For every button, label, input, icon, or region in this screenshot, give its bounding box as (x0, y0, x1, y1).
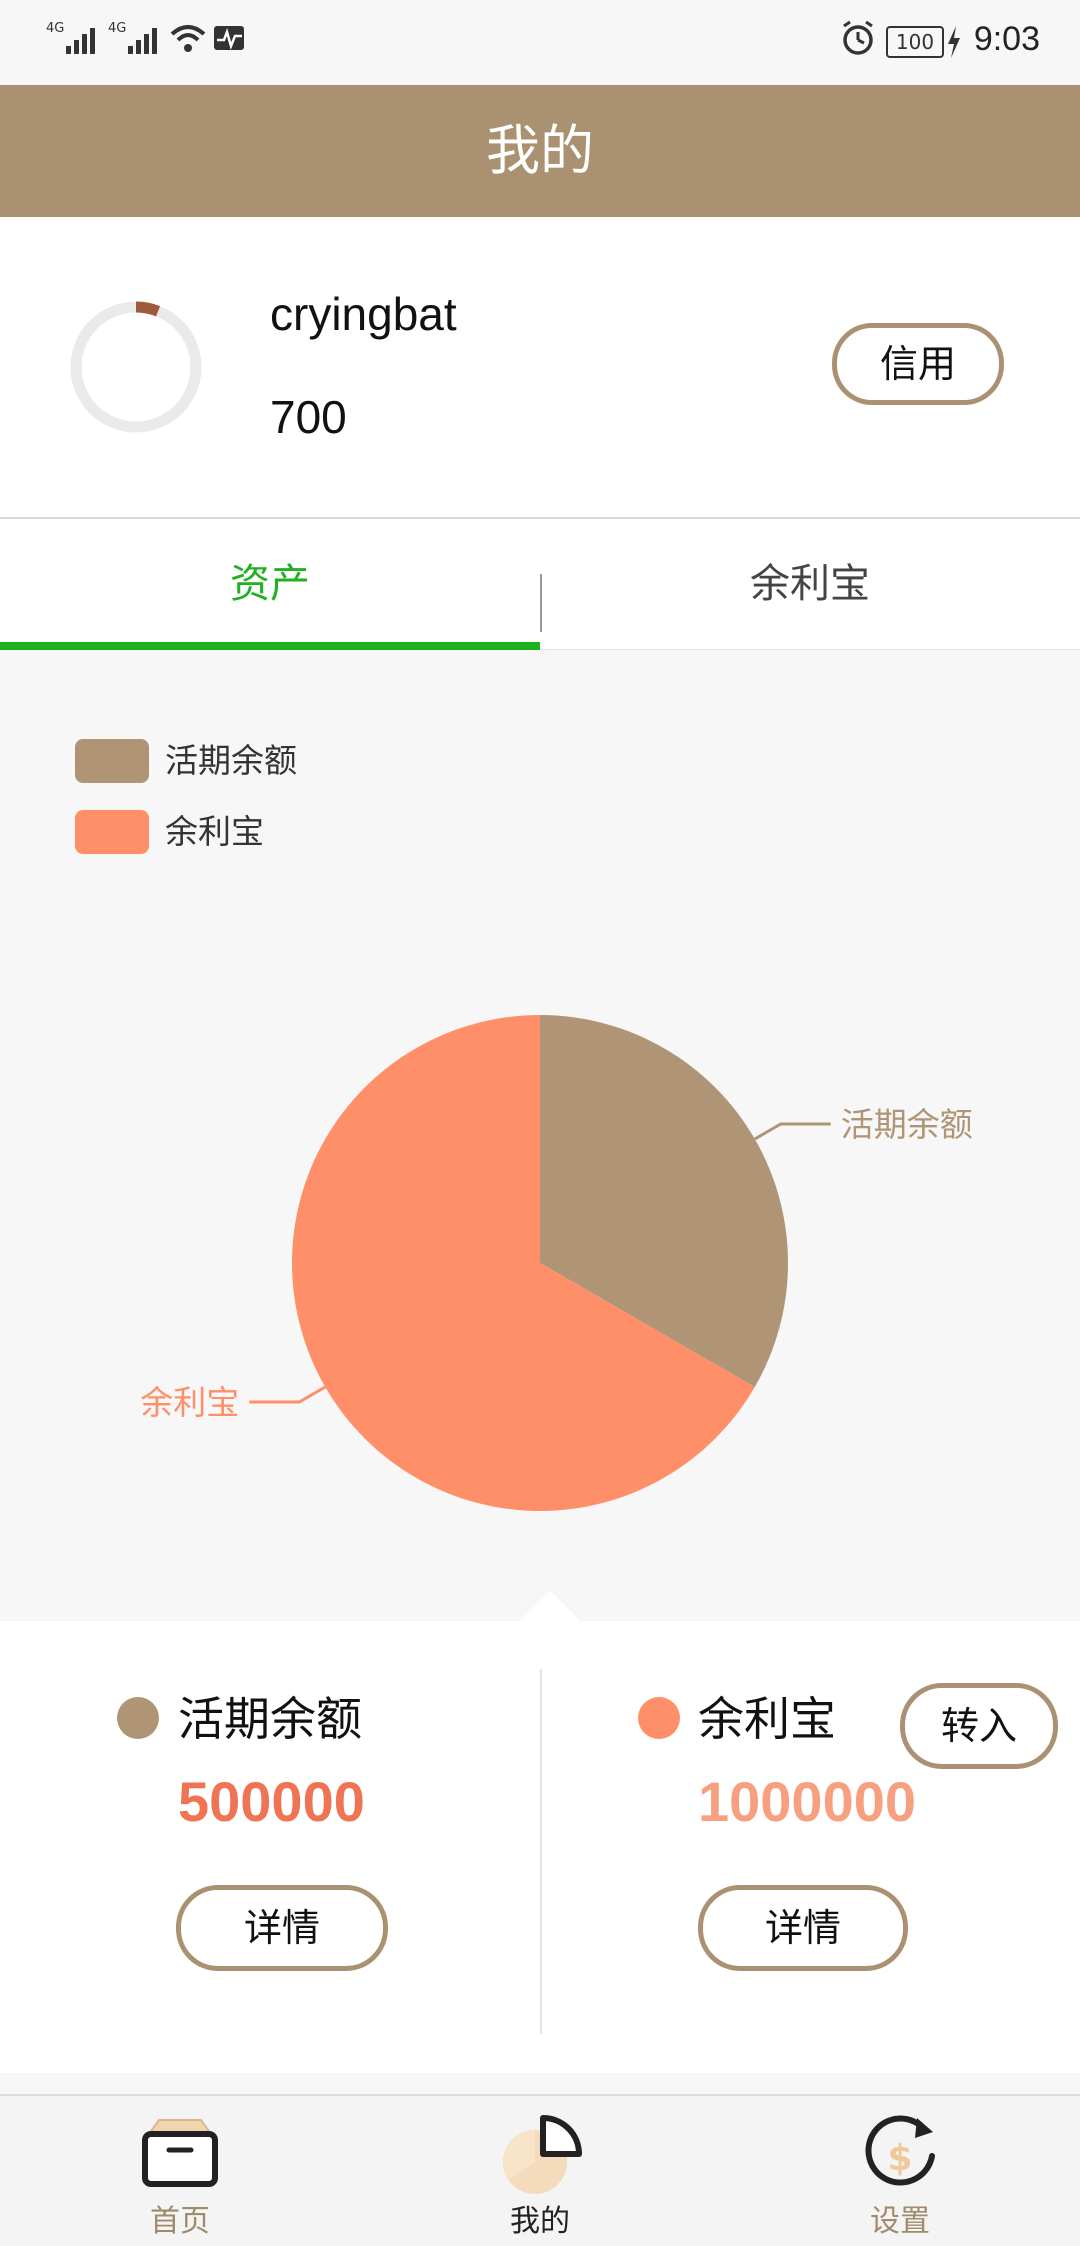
pie-chart: 活期余额余利宝 (140, 1015, 973, 1511)
pie-chart-icon (503, 2115, 582, 2194)
app-header: 我的 (0, 85, 1080, 217)
current-balance-dot (117, 1697, 159, 1739)
pie-label-line (249, 1385, 326, 1404)
box-icon (142, 2119, 218, 2187)
username: cryingbat (270, 288, 457, 340)
bottom-nav: 首页 我的 $ 设置 (0, 2094, 1080, 2246)
network-type: 4G (46, 21, 64, 36)
svg-text:$: $ (887, 2138, 912, 2179)
asset-cards: 活期余额 500000 详情 余利宝 1000000 详情 转入 (0, 1591, 1080, 2073)
clock: 9:03 (973, 20, 1040, 58)
yulibao-title: 余利宝 (698, 1692, 836, 1746)
battery-indicator: 100 (886, 26, 944, 58)
nav-item-mine[interactable]: 我的 (440, 2096, 640, 2246)
transfer-in-button[interactable]: 转入 (900, 1683, 1058, 1769)
yulibao-detail-button[interactable]: 详情 (698, 1885, 908, 1971)
current-balance-title: 活期余额 (178, 1692, 362, 1746)
tab-yulibao[interactable]: 余利宝 (540, 519, 1080, 649)
nav-item-home[interactable]: 首页 (80, 2096, 280, 2246)
signal-icon-2: 4G (108, 21, 157, 54)
page-title: 我的 (486, 119, 594, 182)
activity-icon (214, 26, 244, 50)
signal-icon: 4G (46, 21, 95, 54)
wifi-icon (170, 25, 206, 52)
refresh-dollar-icon: $ (865, 2115, 935, 2186)
pie-data-label: 余利宝 (140, 1383, 239, 1422)
nav-label-settings: 设置 (870, 2204, 930, 2239)
nav-label-mine: 我的 (510, 2204, 570, 2239)
credit-button[interactable]: 信用 (832, 323, 1004, 405)
alarm-icon (843, 20, 873, 55)
pie-label-line (754, 1122, 831, 1141)
credit-score: 700 (270, 391, 347, 443)
charging-icon (948, 26, 960, 58)
yulibao-value: 1000000 (698, 1770, 917, 1833)
current-balance-value: 500000 (178, 1770, 365, 1833)
profile-card: cryingbat 700 信用 (0, 217, 1080, 519)
current-balance-detail-button[interactable]: 详情 (176, 1885, 388, 1971)
network-type-2: 4G (108, 21, 126, 36)
pointer-notch (520, 1591, 580, 1621)
tab-active-indicator (0, 642, 540, 650)
nav-label-home: 首页 (150, 2204, 210, 2239)
yulibao-dot (638, 1697, 680, 1739)
pie-data-label: 活期余额 (841, 1105, 973, 1144)
tab-bar: 资产 余利宝 (0, 519, 1080, 650)
card-divider (540, 1669, 542, 2034)
asset-chart-area: 活期余额 余利宝 活期余额余利宝 (0, 651, 1080, 1621)
nav-item-settings[interactable]: $ 设置 (800, 2096, 1000, 2246)
credit-score-ring (70, 301, 202, 433)
status-bar: 4G 4G 100 9:03 (0, 0, 1080, 85)
tab-assets[interactable]: 资产 (0, 519, 540, 649)
